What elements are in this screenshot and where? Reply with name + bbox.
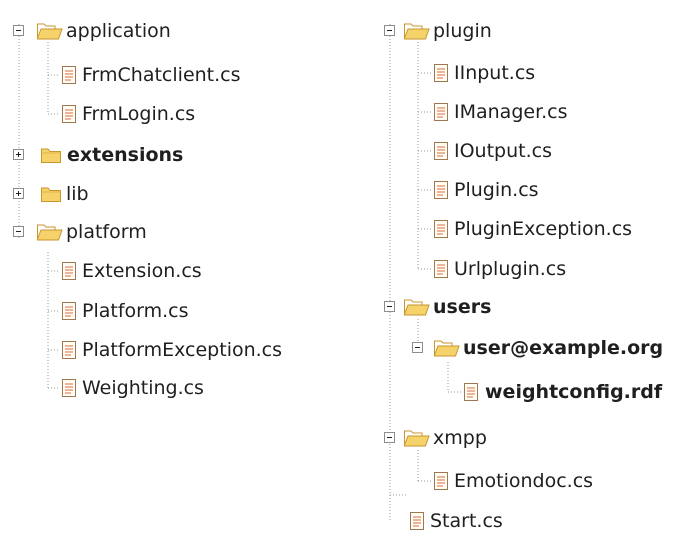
tree-node-platform[interactable]: platform: [36, 219, 147, 245]
collapse-toggle-plugin[interactable]: [384, 25, 395, 36]
tree-file-weightconfig[interactable]: weightconfig.rdf: [463, 379, 662, 405]
folder-open-icon: [403, 21, 431, 41]
file-icon: [433, 259, 449, 279]
tree-file-iinput[interactable]: IInput.cs: [433, 60, 535, 86]
tree-node-label: users: [433, 296, 492, 318]
folder-open-icon: [403, 428, 431, 448]
file-icon: [61, 301, 77, 321]
tree-file-emotiondoc[interactable]: Emotiondoc.cs: [433, 468, 593, 494]
folder-icon: [40, 146, 62, 164]
tree-node-xmpp[interactable]: xmpp: [403, 425, 487, 451]
file-icon: [433, 219, 449, 239]
folder-open-icon: [403, 297, 431, 317]
file-label: IManager.cs: [454, 101, 568, 123]
tree-file-extension[interactable]: Extension.cs: [61, 258, 202, 284]
file-label: Urlplugin.cs: [454, 258, 567, 280]
tree-file-imanager[interactable]: IManager.cs: [433, 99, 568, 125]
tree-file-start[interactable]: Start.cs: [409, 508, 503, 534]
tree-node-plugin[interactable]: plugin: [403, 18, 492, 44]
file-label: PlatformException.cs: [82, 339, 283, 361]
file-icon: [61, 65, 77, 85]
file-label: Weighting.cs: [82, 377, 204, 399]
expand-toggle-lib[interactable]: [13, 188, 24, 199]
expand-toggle-extensions[interactable]: [13, 149, 24, 160]
tree-file-ioutput[interactable]: IOutput.cs: [433, 138, 552, 164]
file-icon: [61, 261, 77, 281]
collapse-toggle-xmpp[interactable]: [384, 432, 395, 443]
tree-node-label: platform: [66, 221, 147, 243]
tree-file-pluginexception[interactable]: PluginException.cs: [433, 216, 632, 242]
tree-node-application[interactable]: application: [36, 18, 171, 44]
collapse-toggle-user[interactable]: [412, 342, 423, 353]
tree-node-user-example[interactable]: user@example.org: [433, 335, 663, 361]
file-label: Start.cs: [430, 510, 503, 532]
tree-file-platform[interactable]: Platform.cs: [61, 298, 189, 324]
file-icon: [433, 63, 449, 83]
file-label: Extension.cs: [82, 260, 202, 282]
file-icon: [61, 104, 77, 124]
folder-open-icon: [36, 21, 64, 41]
tree-node-extensions[interactable]: extensions: [40, 142, 183, 168]
tree-node-label: xmpp: [433, 427, 487, 449]
file-label: PluginException.cs: [454, 218, 633, 240]
collapse-toggle-users[interactable]: [384, 301, 395, 312]
tree-node-users[interactable]: users: [403, 294, 491, 320]
collapse-toggle-platform[interactable]: [13, 226, 24, 237]
file-label: IInput.cs: [454, 62, 536, 84]
file-label: Emotiondoc.cs: [454, 470, 594, 492]
tree-node-label: extensions: [67, 144, 184, 166]
file-icon: [433, 180, 449, 200]
file-label: FrmChatclient.cs: [82, 64, 241, 86]
tree-node-label: lib: [66, 183, 89, 205]
file-icon: [409, 511, 425, 531]
file-icon: [61, 340, 77, 360]
file-label: Platform.cs: [82, 300, 189, 322]
tree-file-frmlogin[interactable]: FrmLogin.cs: [61, 101, 195, 127]
collapse-toggle-application[interactable]: [13, 25, 24, 36]
file-icon: [433, 471, 449, 491]
folder-icon: [40, 185, 62, 203]
file-icon: [61, 378, 77, 398]
tree-node-label: plugin: [433, 20, 492, 42]
tree-file-urlplugin[interactable]: Urlplugin.cs: [433, 256, 566, 282]
tree-node-lib[interactable]: lib: [40, 181, 89, 207]
folder-open-icon: [433, 338, 461, 358]
tree-file-frmchatclient[interactable]: FrmChatclient.cs: [61, 62, 241, 88]
file-icon: [463, 382, 479, 402]
tree-file-plugin[interactable]: Plugin.cs: [433, 177, 539, 203]
tree-file-platformexception[interactable]: PlatformException.cs: [61, 337, 282, 363]
tree-node-label: application: [66, 20, 171, 42]
file-icon: [433, 102, 449, 122]
tree-file-weighting[interactable]: Weighting.cs: [61, 375, 204, 401]
folder-open-icon: [36, 222, 64, 242]
file-icon: [433, 141, 449, 161]
file-tree: application FrmChatclient.cs FrmLogin.cs…: [0, 0, 692, 534]
file-label: IOutput.cs: [454, 140, 552, 162]
file-label: weightconfig.rdf: [485, 381, 663, 403]
file-label: Plugin.cs: [454, 179, 539, 201]
file-label: FrmLogin.cs: [82, 103, 196, 125]
tree-node-label: user@example.org: [463, 337, 664, 359]
